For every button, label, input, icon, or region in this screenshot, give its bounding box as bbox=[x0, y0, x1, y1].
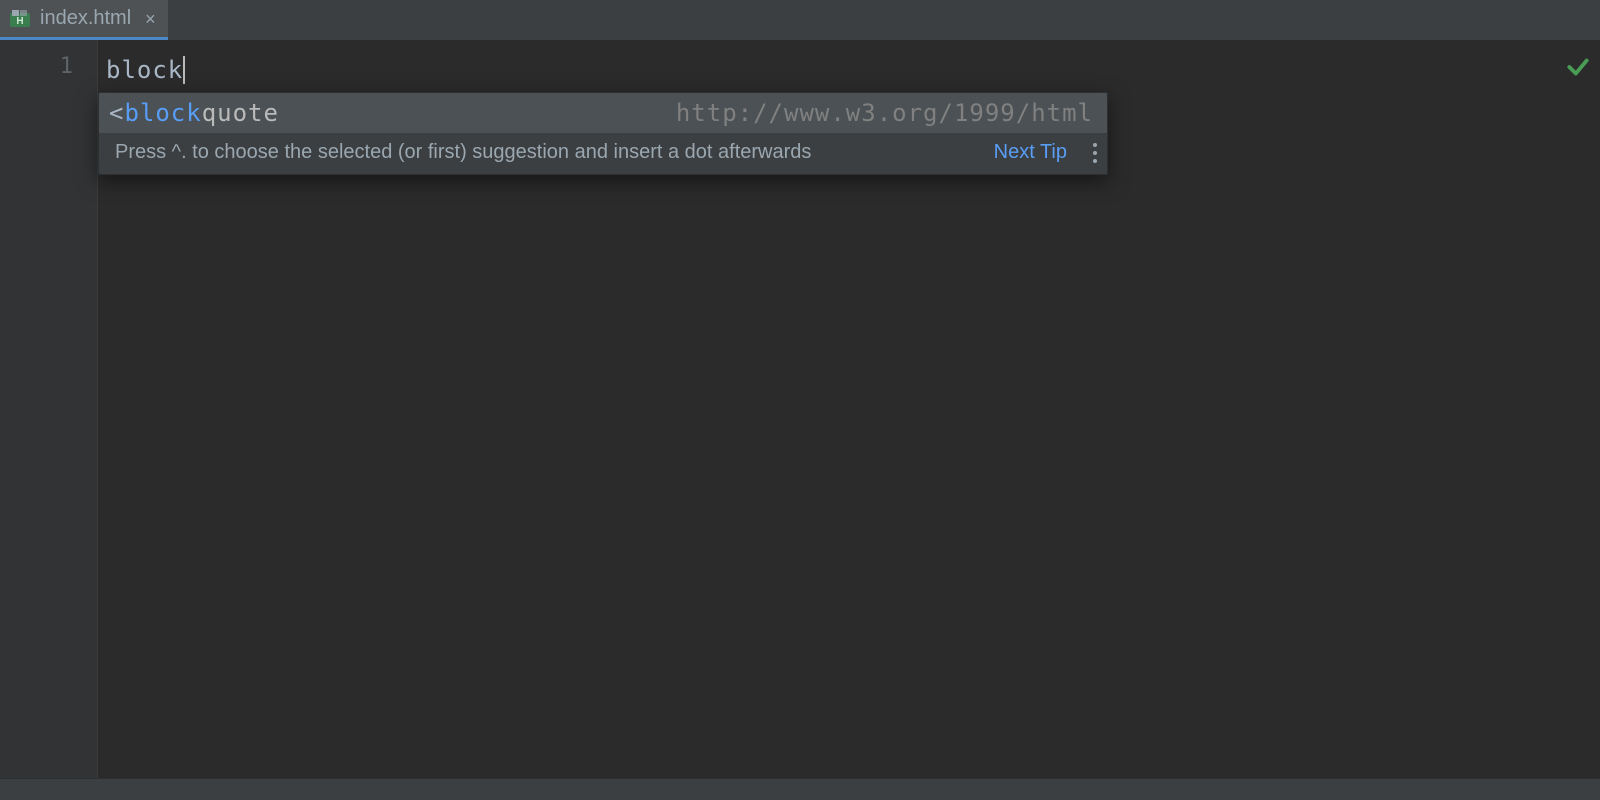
tab-bar: H index.html × bbox=[0, 0, 1600, 40]
validation-gutter bbox=[1556, 40, 1600, 778]
suggestion-prefix: < bbox=[109, 99, 124, 127]
autocomplete-item[interactable]: <blockquote http://www.w3.org/1999/html bbox=[99, 93, 1107, 133]
tab-index-html[interactable]: H index.html × bbox=[0, 0, 168, 40]
checkmark-icon[interactable] bbox=[1565, 54, 1591, 80]
suggestion-match: block bbox=[124, 99, 201, 127]
close-icon[interactable]: × bbox=[145, 10, 156, 28]
code-area[interactable]: block <blockquote http://www.w3.org/1999… bbox=[98, 40, 1556, 778]
code-line-1[interactable]: block bbox=[106, 54, 1556, 86]
typed-text: block bbox=[106, 56, 183, 84]
next-tip-link[interactable]: Next Tip bbox=[994, 141, 1067, 164]
text-cursor bbox=[183, 56, 185, 84]
more-options-icon[interactable] bbox=[1093, 143, 1097, 163]
hint-text: Press ^. to choose the selected (or firs… bbox=[115, 141, 976, 164]
status-bar bbox=[0, 778, 1600, 800]
svg-text:H: H bbox=[16, 16, 23, 27]
autocomplete-hint-bar: Press ^. to choose the selected (or firs… bbox=[99, 133, 1107, 174]
line-number: 1 bbox=[0, 54, 73, 79]
autocomplete-popup: <blockquote http://www.w3.org/1999/html … bbox=[98, 92, 1108, 175]
suggestion-namespace: http://www.w3.org/1999/html bbox=[676, 99, 1093, 127]
tab-label: index.html bbox=[40, 7, 131, 30]
html-file-icon: H bbox=[10, 9, 30, 29]
suggestion-rest: quote bbox=[202, 99, 279, 127]
line-number-gutter: 1 bbox=[0, 40, 98, 778]
editor-area: 1 block <blockquote http://www.w3.org/19… bbox=[0, 40, 1600, 778]
